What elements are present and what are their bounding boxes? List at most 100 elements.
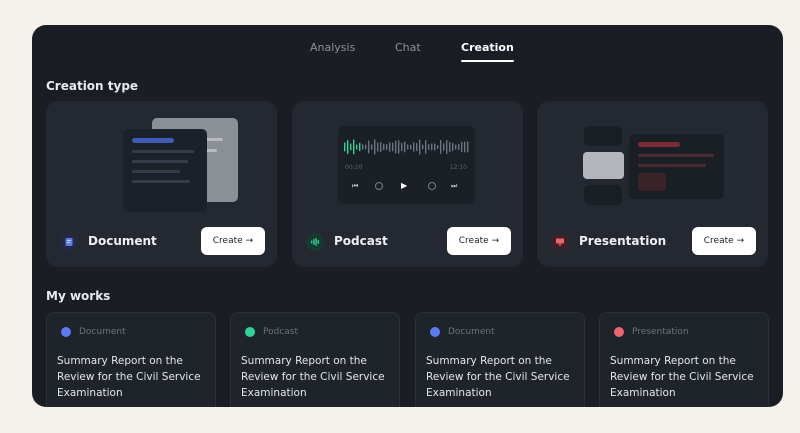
create-label: Create — [458, 236, 489, 246]
card-title: Presentation — [579, 234, 667, 248]
waveform-bar — [446, 139, 448, 155]
waveform-bar — [452, 142, 454, 152]
work-type-label: Podcast — [263, 327, 299, 337]
waveform-bar — [395, 140, 397, 154]
work-type: Podcast — [245, 327, 298, 337]
waveform-bar — [455, 144, 457, 150]
waveform-bar — [386, 144, 388, 150]
skip-back-icon: ⏮ — [352, 182, 359, 190]
tab-creation-label: Creation — [461, 41, 514, 54]
waveform-bar — [458, 143, 460, 151]
work-type: Document — [61, 327, 126, 337]
waveform-bar — [383, 143, 385, 151]
tab-chat[interactable]: Chat — [395, 41, 421, 54]
work-type: Presentation — [614, 327, 689, 337]
document-icon — [60, 233, 78, 251]
waveform-bar — [443, 143, 445, 151]
waveform-bar — [431, 143, 433, 151]
arrow-right-icon: → — [491, 236, 500, 246]
waveform-bar — [440, 139, 442, 155]
work-title: Summary Report on the Review for the Civ… — [426, 355, 570, 399]
waveform-bar — [350, 143, 352, 151]
card-footer: Presentation Create → — [549, 227, 756, 257]
waveform-bar — [377, 142, 379, 152]
elapsed-time: 00:20 — [345, 164, 363, 171]
work-item[interactable]: Presentation Summary Report on the Revie… — [599, 312, 769, 407]
waveform-bar — [344, 142, 346, 152]
waveform-bar — [368, 140, 370, 154]
waveform-bar — [428, 144, 430, 150]
waveform-bar — [356, 144, 358, 150]
waveform-bar — [401, 142, 403, 152]
waveform-bar — [389, 142, 391, 152]
podcast-icon — [245, 327, 255, 337]
waveform — [344, 139, 469, 155]
waveform-bar — [449, 141, 451, 153]
create-presentation-button[interactable]: Create → — [692, 227, 756, 255]
waveform-bar — [434, 143, 436, 151]
waveform-bar — [404, 141, 406, 153]
waveform-bar — [374, 139, 376, 155]
tab-bar: Analysis Chat Creation — [32, 41, 783, 65]
create-label: Create — [212, 236, 243, 246]
work-type-label: Document — [448, 327, 495, 337]
work-item[interactable]: Document Summary Report on the Review fo… — [415, 312, 585, 407]
waveform-bar — [422, 144, 424, 150]
card-footer: Podcast Create → — [304, 227, 511, 257]
work-item[interactable]: Document Summary Report on the Review fo… — [46, 312, 216, 407]
arrow-right-icon: → — [736, 236, 745, 246]
card-podcast[interactable]: 00:20 12:10 ⏮ ▶ ⏭ Podcast Create → — [292, 101, 523, 267]
play-icon: ▶ — [401, 181, 408, 190]
presentation-icon — [551, 233, 569, 251]
waveform-bar — [347, 139, 349, 155]
waveform-bar — [437, 144, 439, 150]
card-document[interactable]: Document Create → — [46, 101, 277, 267]
waveform-bar — [467, 141, 469, 153]
presentation-icon — [614, 327, 624, 337]
work-title: Summary Report on the Review for the Civ… — [241, 355, 385, 399]
waveform-bar — [407, 144, 409, 150]
waveform-bar — [398, 140, 400, 154]
waveform-bar — [362, 144, 364, 150]
document-icon — [430, 327, 440, 337]
work-type: Document — [430, 327, 495, 337]
create-label: Create — [703, 236, 734, 246]
document-icon — [61, 327, 71, 337]
rewind-icon — [375, 182, 383, 190]
work-title: Summary Report on the Review for the Civ… — [610, 355, 754, 399]
card-footer: Document Create → — [58, 227, 265, 257]
document-preview-illustration — [123, 118, 238, 212]
waveform-bar — [413, 142, 415, 152]
waveform-bar — [392, 142, 394, 152]
waveform-bar — [353, 139, 355, 155]
card-title: Document — [88, 234, 157, 248]
waveform-bar — [416, 142, 418, 152]
waveform-bar — [359, 142, 361, 152]
waveform-bar — [365, 144, 367, 150]
card-title: Podcast — [334, 234, 388, 248]
card-presentation[interactable]: Presentation Create → — [537, 101, 768, 267]
creation-type-heading: Creation type — [46, 79, 139, 93]
waveform-bar — [419, 139, 421, 155]
work-item[interactable]: Podcast Summary Report on the Review for… — [230, 312, 400, 407]
waveform-bar — [461, 141, 463, 153]
waveform-bar — [464, 141, 466, 153]
waveform-bar — [425, 140, 427, 154]
work-type-label: Document — [79, 327, 126, 337]
waveform-bar — [410, 144, 412, 150]
forward-icon — [428, 182, 436, 190]
waveform-bar — [371, 144, 373, 150]
podcast-icon — [306, 233, 324, 251]
skip-forward-icon: ⏭ — [451, 182, 458, 190]
presentation-preview-illustration — [583, 126, 724, 205]
work-type-label: Presentation — [632, 327, 689, 337]
creation-panel: Analysis Chat Creation Creation type Doc… — [32, 25, 783, 407]
my-works-heading: My works — [46, 289, 111, 303]
create-podcast-button[interactable]: Create → — [447, 227, 511, 255]
work-title: Summary Report on the Review for the Civ… — [57, 355, 201, 399]
tab-analysis[interactable]: Analysis — [310, 41, 355, 54]
podcast-player-preview: 00:20 12:10 ⏮ ▶ ⏭ — [338, 126, 475, 204]
tab-creation[interactable]: Creation — [461, 41, 514, 62]
create-document-button[interactable]: Create → — [201, 227, 265, 255]
total-time: 12:10 — [449, 164, 467, 171]
